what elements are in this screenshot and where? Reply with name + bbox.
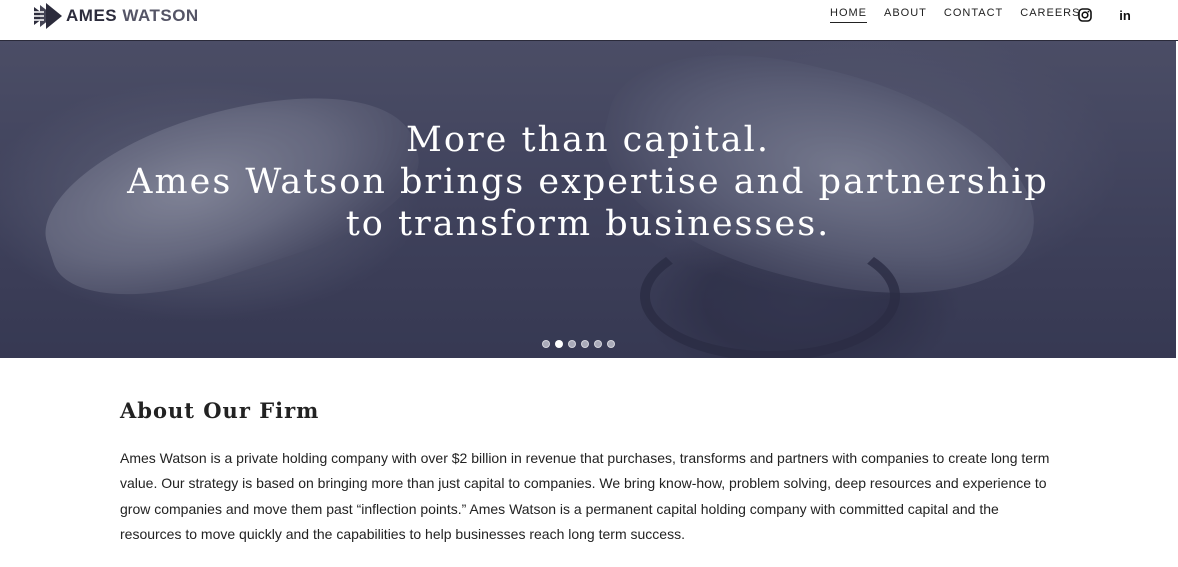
hero-carousel: More than capital. Ames Watson brings ex…	[0, 41, 1176, 358]
about-body-text: Ames Watson is a private holding company…	[120, 450, 1050, 543]
site-header: AMES WATSON HOME ABOUT CONTACT CAREERS i…	[0, 0, 1178, 41]
hero-line-2: Ames Watson brings expertise and partner…	[127, 162, 1049, 202]
nav-item-home[interactable]: HOME	[830, 7, 867, 23]
carousel-dot[interactable]	[568, 340, 576, 348]
brand-mark-icon	[32, 3, 62, 29]
nav-item-about[interactable]: ABOUT	[884, 7, 927, 23]
about-heading: About Our Firm	[120, 398, 320, 423]
hero-headline: More than capital. Ames Watson brings ex…	[0, 119, 1176, 245]
nav-item-contact[interactable]: CONTACT	[944, 7, 1003, 23]
carousel-dot[interactable]	[542, 340, 550, 348]
main-nav: HOME ABOUT CONTACT CAREERS	[830, 7, 1097, 23]
brand-name-part1: AMES	[66, 6, 118, 25]
instagram-icon[interactable]	[1077, 7, 1093, 23]
linkedin-icon[interactable]: in	[1117, 7, 1133, 23]
brand-name-part2: WATSON	[122, 6, 199, 25]
brand-name: AMES WATSON	[66, 6, 199, 26]
carousel-dot-active[interactable]	[555, 340, 563, 348]
carousel-dot[interactable]	[607, 340, 615, 348]
brand-logo[interactable]: AMES WATSON	[32, 2, 199, 30]
instagram-glyph-icon	[1078, 8, 1092, 22]
carousel-indicators	[542, 340, 615, 348]
carousel-dot[interactable]	[594, 340, 602, 348]
nav-item-careers[interactable]: CAREERS	[1020, 7, 1080, 23]
carousel-dot[interactable]	[581, 340, 589, 348]
hero-line-1: More than capital.	[406, 120, 770, 160]
linkedin-glyph: in	[1119, 7, 1131, 23]
hero-line-3: to transform businesses.	[345, 204, 831, 244]
